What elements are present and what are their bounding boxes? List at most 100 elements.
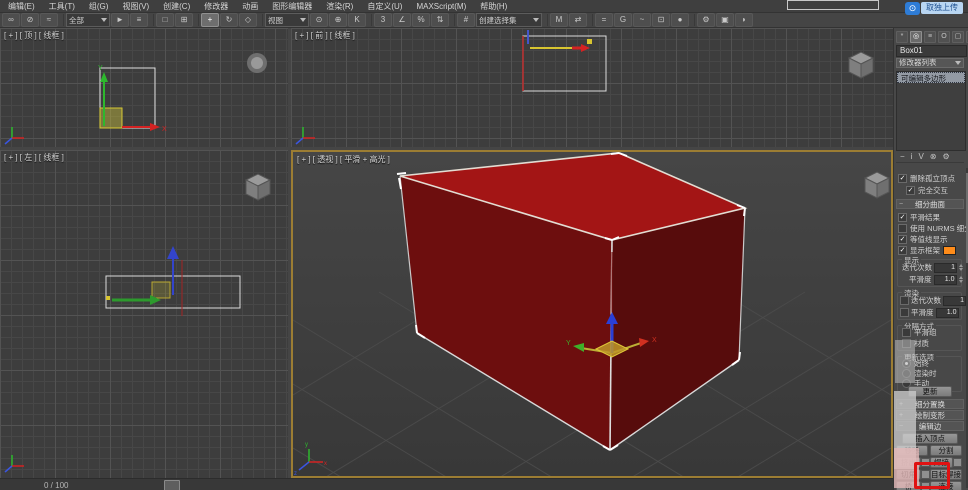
named-selection-sets-dropdown[interactable]: 创建选择集: [476, 13, 542, 27]
select-object-icon[interactable]: ►: [111, 13, 129, 27]
edit-named-selection-sets-icon[interactable]: #: [457, 13, 475, 27]
snap-toggle-3d-icon[interactable]: 3: [374, 13, 392, 27]
remove-modifier-icon[interactable]: ⊗: [930, 152, 937, 161]
render-production-icon[interactable]: ◗: [735, 13, 753, 27]
viewport-left-label[interactable]: [ + ] [ 左 ] [ 线框 ]: [4, 152, 64, 163]
schematic-view-icon[interactable]: ⊡: [652, 13, 670, 27]
cage-color-swatch[interactable]: [943, 246, 956, 255]
menu-item[interactable]: 视图(V): [122, 1, 149, 12]
render-iterations-field[interactable]: 1: [943, 295, 966, 306]
delete-isolated-vertices-checkbox[interactable]: ✓ 删除孤立顶点: [898, 174, 955, 183]
select-and-scale-icon[interactable]: ◇: [239, 13, 257, 27]
tab-hierarchy[interactable]: ≡: [924, 31, 936, 43]
viewcube-top[interactable]: [247, 53, 267, 73]
menu-item[interactable]: 工具(T): [49, 1, 75, 12]
time-slider[interactable]: 0 / 100: [0, 478, 893, 490]
tab-motion[interactable]: O: [938, 31, 950, 43]
rectangular-selection-region-icon[interactable]: □: [156, 13, 174, 27]
svg-text:Y: Y: [98, 65, 103, 72]
named-selection-sets-dropdown-label: 创建选择集: [479, 15, 517, 25]
spinner-control[interactable]: [959, 264, 963, 271]
rendered-frame-window-icon[interactable]: ▣: [716, 13, 734, 27]
select-and-rotate-icon[interactable]: ↻: [220, 13, 238, 27]
menu-item[interactable]: 组(G): [89, 1, 109, 12]
use-pivot-point-center-icon[interactable]: ⊙: [310, 13, 328, 27]
viewcube-left[interactable]: [244, 173, 272, 201]
full-interactivity-checkbox[interactable]: ✓ 完全交互: [906, 186, 948, 195]
upload-badge[interactable]: ⊙ 取独上传: [905, 1, 963, 15]
isoline-display-checkbox[interactable]: ✓ 等值线显示: [898, 235, 948, 244]
smooth-result-checkbox[interactable]: ✓ 平滑结果: [898, 213, 940, 222]
viewport-splitter-horizontal[interactable]: [0, 147, 893, 150]
render-setup-icon[interactable]: ⚙: [697, 13, 715, 27]
configure-modifier-sets-icon[interactable]: ⚙: [943, 152, 950, 161]
weld-settings-button[interactable]: [953, 458, 962, 467]
object-name-field[interactable]: Box01: [896, 45, 967, 57]
viewport-top[interactable]: [ + ] [ 顶 ] [ 线框 ] Y X: [0, 28, 288, 147]
viewport-left[interactable]: [ + ] [ 左 ] [ 线框 ]: [0, 150, 288, 478]
show-end-result-icon[interactable]: i: [911, 152, 913, 161]
mirror-icon[interactable]: M: [550, 13, 568, 27]
modifier-stack[interactable]: 可编辑多边形: [896, 71, 966, 151]
select-by-name-icon[interactable]: ≡: [130, 13, 148, 27]
menu-item[interactable]: 图形编辑器: [272, 1, 312, 12]
reference-coordinate-dropdown[interactable]: 视图: [265, 13, 309, 27]
viewport-top-label[interactable]: [ + ] [ 顶 ] [ 线框 ]: [4, 30, 64, 41]
rollout-subdivision-surface[interactable]: − 细分曲面: [896, 199, 964, 209]
stack-item-editable-poly[interactable]: 可编辑多边形: [897, 72, 965, 83]
menu-item[interactable]: 自定义(U): [367, 1, 402, 12]
modifier-list-dropdown[interactable]: 修改器列表: [896, 58, 964, 68]
material-editor-icon[interactable]: ●: [671, 13, 689, 27]
smoothness-field[interactable]: 1.0: [933, 274, 957, 285]
curve-editor-icon[interactable]: ~: [633, 13, 651, 27]
viewcube-perspective[interactable]: [863, 171, 891, 199]
iterations-field[interactable]: 1: [934, 262, 957, 273]
menu-item[interactable]: 动画: [242, 1, 258, 12]
tab-display[interactable]: ▢: [952, 31, 964, 43]
pin-stack-icon[interactable]: −: [900, 152, 905, 161]
select-and-manipulate-icon[interactable]: ⊕: [329, 13, 347, 27]
menu-item[interactable]: 修改器: [204, 1, 228, 12]
bind-to-space-warp-icon[interactable]: ≈: [40, 13, 58, 27]
render-smoothness-checkbox[interactable]: [900, 308, 909, 317]
box-wireframe-front-view[interactable]: [522, 35, 607, 92]
menu-item[interactable]: 编辑(E): [8, 1, 35, 12]
svg-text:x: x: [324, 461, 327, 467]
split-button[interactable]: 分割: [930, 445, 962, 456]
menu-item[interactable]: MAXScript(M): [416, 2, 466, 11]
viewcube-front[interactable]: [847, 51, 875, 79]
angle-snap-icon[interactable]: ∠: [393, 13, 411, 27]
graphite-ribbon-icon[interactable]: G: [614, 13, 632, 27]
smoothing-groups-checkbox[interactable]: 平滑组: [902, 328, 937, 337]
menu-item[interactable]: 渲染(R): [326, 1, 353, 12]
menu-item[interactable]: 创建(C): [163, 1, 190, 12]
editable-poly-box[interactable]: [396, 152, 748, 451]
menu-item[interactable]: 帮助(H): [480, 1, 507, 12]
spinner-control[interactable]: [958, 276, 963, 283]
time-slider-handle[interactable]: [164, 480, 180, 490]
select-and-move-icon[interactable]: +: [201, 13, 219, 27]
align-icon[interactable]: ⇄: [569, 13, 587, 27]
tab-modify[interactable]: ◎: [910, 31, 922, 43]
move-gizmo-front-view[interactable]: [530, 39, 592, 52]
show-cage-checkbox[interactable]: ✓ 显示框架: [898, 246, 956, 255]
viewport-perspective[interactable]: [ + ] [ 透视 ] [ 平滑 + 高光 ] Y X x y z: [291, 150, 893, 478]
layer-manager-icon[interactable]: =: [595, 13, 613, 27]
use-nurms-checkbox[interactable]: 使用 NURMS 细分: [898, 224, 968, 233]
tab-create[interactable]: *: [896, 31, 908, 43]
svg-text:z: z: [294, 471, 297, 476]
render-smoothness-field[interactable]: 1.0: [935, 307, 959, 318]
viewport-perspective-label[interactable]: [ + ] [ 透视 ] [ 平滑 + 高光 ]: [297, 154, 390, 165]
viewport-front-label[interactable]: [ + ] [ 前 ] [ 线框 ]: [295, 30, 355, 41]
viewport-front[interactable]: [ + ] [ 前 ] [ 线框 ]: [291, 28, 893, 147]
select-and-link-icon[interactable]: ∞: [2, 13, 20, 27]
spinner-snap-icon[interactable]: ⇅: [431, 13, 449, 27]
make-unique-icon[interactable]: V: [918, 152, 923, 161]
window-crossing-icon[interactable]: ⊞: [175, 13, 193, 27]
selection-filter-dropdown[interactable]: 全部: [66, 13, 110, 27]
percent-snap-icon[interactable]: %: [412, 13, 430, 27]
unlink-selection-icon[interactable]: ⊘: [21, 13, 39, 27]
keyboard-override-icon[interactable]: K: [348, 13, 366, 27]
render-iterations-checkbox[interactable]: [900, 296, 909, 305]
viewport-splitter-vertical[interactable]: [288, 28, 291, 478]
